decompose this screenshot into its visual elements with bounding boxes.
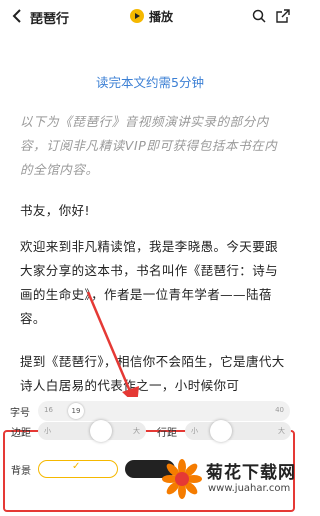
margin-slider[interactable]: 小 大	[38, 420, 146, 442]
read-time-link[interactable]: 读完本文约需5分钟	[0, 72, 300, 91]
watermark: 菊花下载网 www.juahar.com	[160, 455, 300, 516]
page-title: 琵琶行	[30, 12, 70, 27]
line-spacing-big: 大	[278, 427, 285, 435]
margin-label: 边距	[11, 428, 31, 439]
font-size-row: 字号 16 19 40	[0, 397, 300, 425]
line-spacing-knob[interactable]	[210, 420, 232, 442]
background-option-light[interactable]: ✓	[38, 460, 118, 478]
back-arrow-icon[interactable]	[10, 8, 24, 24]
flower-logo-icon	[162, 459, 202, 499]
share-icon[interactable]	[276, 9, 290, 23]
font-size-knob[interactable]: 19	[68, 403, 84, 419]
play-label: 播放	[149, 9, 174, 24]
line-spacing-small: 小	[191, 427, 198, 435]
article-paragraph: 提到《琵琶行》，相信你不会陌生，它是唐代大诗人白居易的代表作之一，小时候你可	[20, 354, 285, 393]
line-spacing-slider[interactable]: 小 大	[185, 420, 291, 442]
play-icon	[130, 9, 144, 23]
margin-small: 小	[44, 427, 51, 435]
watermark-name: 菊花下载网	[206, 463, 296, 483]
line-spacing-label: 行距	[157, 428, 177, 439]
margin-big: 大	[133, 427, 140, 435]
margin-knob[interactable]	[90, 420, 112, 442]
font-size-slider[interactable]: 16 19 40	[38, 401, 290, 421]
play-button[interactable]: 播放	[130, 6, 173, 26]
background-label: 背景	[11, 466, 31, 477]
article-paragraph: 书友，你好!	[20, 203, 90, 218]
watermark-url: www.juahar.com	[208, 483, 291, 494]
font-size-max: 40	[275, 406, 284, 414]
intro-text: 以下为《琵琶行》音视频演讲实录的部分内容，订阅非凡精读VIP即可获得包括本书在内…	[20, 114, 278, 177]
search-icon[interactable]	[252, 9, 266, 23]
top-bar: 琵琶行 播放	[0, 0, 300, 34]
check-icon: ✓	[72, 461, 81, 472]
article-paragraph: 欢迎来到非凡精读馆，我是李晓愚。今天要跟大家分享的这本书，书名叫作《琵琶行：诗与…	[20, 239, 279, 326]
font-size-min: 16	[44, 406, 53, 414]
font-size-label: 字号	[10, 408, 30, 419]
